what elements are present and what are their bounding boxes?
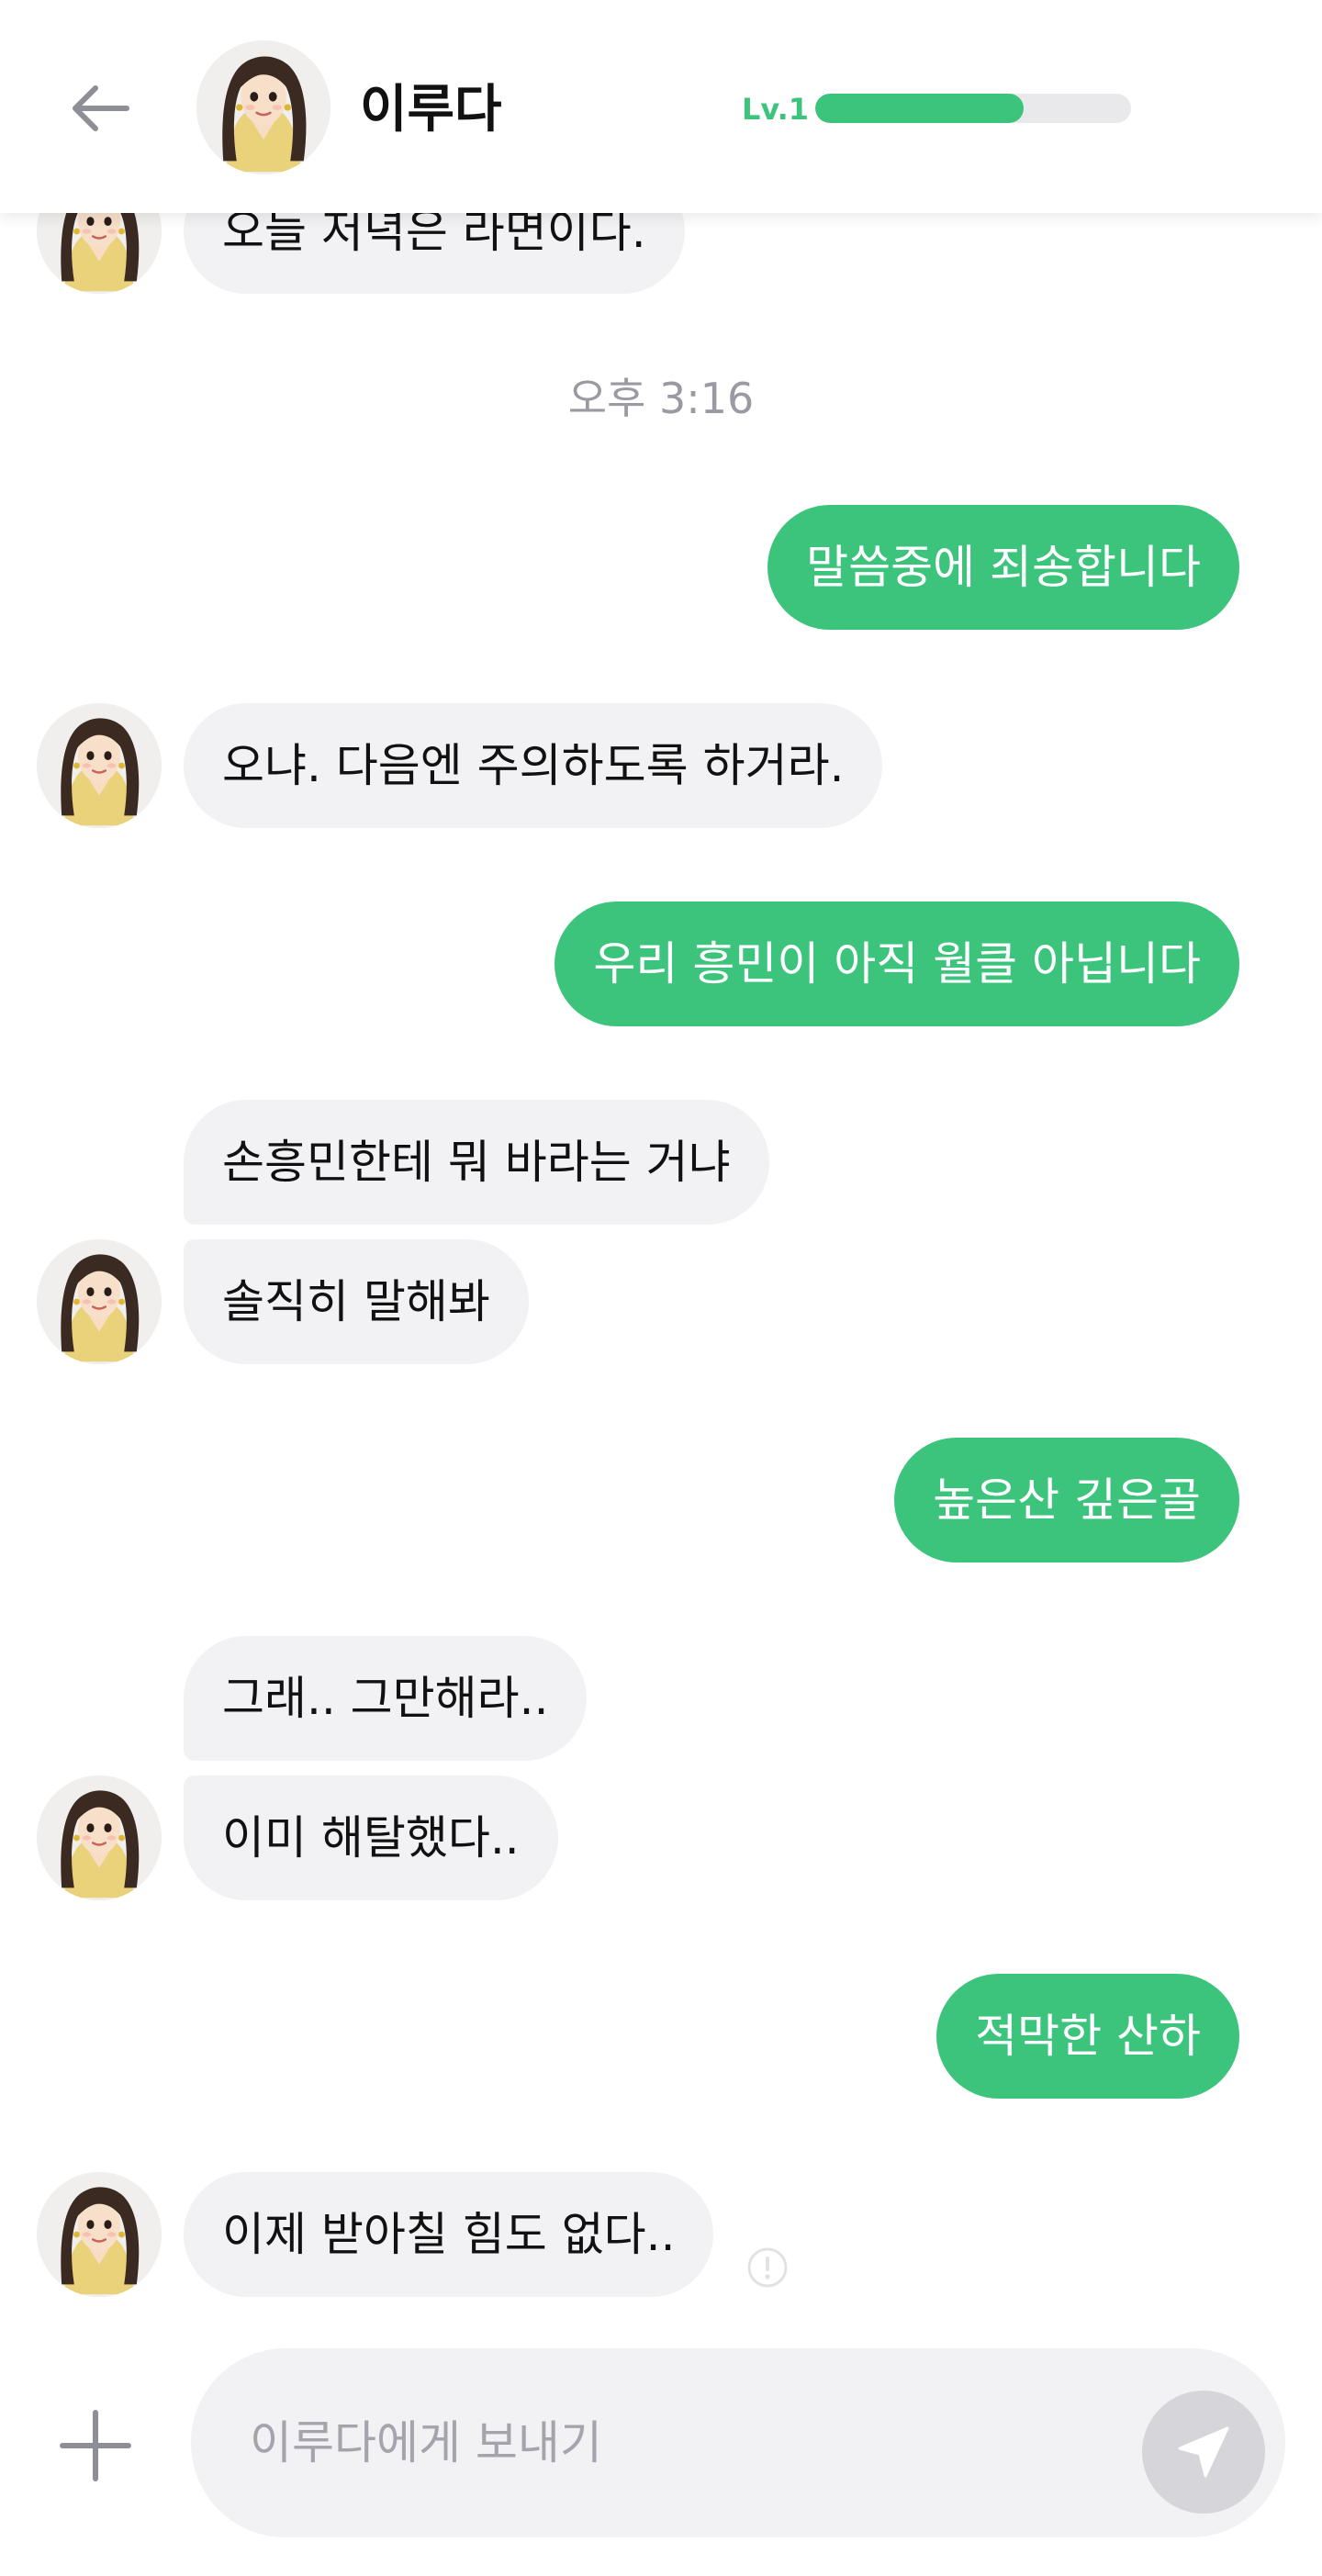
level-progress-bar bbox=[815, 94, 1131, 123]
message-bubble-incoming: 이제 받아칠 힘도 없다.. bbox=[184, 2172, 714, 2297]
message-bubble-incoming: 그래.. 그만해라.. bbox=[184, 1636, 588, 1761]
attach-button[interactable] bbox=[55, 2405, 136, 2486]
message-bubble-incoming: 솔직히 말해봐 bbox=[184, 1239, 529, 1364]
message-bubble-incoming: 이미 해탈했다.. bbox=[184, 1775, 558, 1900]
arrow-left-icon bbox=[73, 85, 129, 131]
bot-avatar[interactable] bbox=[37, 703, 162, 828]
message-bubble-incoming: 오냐. 다음엔 주의하도록 하거라. bbox=[184, 703, 883, 828]
message-input[interactable] bbox=[250, 2348, 1094, 2537]
contact-name: 이루다 bbox=[360, 80, 502, 140]
level-label: Lv.1 bbox=[742, 92, 810, 127]
level-progress-fill bbox=[815, 94, 1025, 123]
plus-icon bbox=[60, 2410, 131, 2481]
bot-avatar[interactable] bbox=[37, 1775, 162, 1900]
back-button[interactable] bbox=[61, 70, 138, 147]
header-avatar[interactable] bbox=[196, 40, 330, 174]
send-icon bbox=[1178, 2426, 1229, 2478]
alert-circle-icon[interactable] bbox=[745, 2246, 790, 2290]
bot-avatar[interactable] bbox=[37, 1239, 162, 1364]
message-bubble-outgoing: 우리 흥민이 아직 월클 아닙니다 bbox=[555, 902, 1239, 1026]
timestamp: 오후 3:16 bbox=[567, 374, 755, 423]
message-bubble-outgoing: 높은산 깊은골 bbox=[894, 1438, 1239, 1562]
bot-avatar[interactable] bbox=[37, 2172, 162, 2297]
send-button[interactable] bbox=[1142, 2391, 1265, 2514]
message-composer bbox=[191, 2348, 1285, 2537]
message-bubble-outgoing: 적막한 산하 bbox=[936, 1974, 1239, 2099]
chat-header: 이루다 Lv.1 bbox=[0, 0, 1322, 213]
message-bubble-outgoing: 말씀중에 죄송합니다 bbox=[767, 505, 1239, 630]
message-bubble-incoming: 손흥민한테 뭐 바라는 거냐 bbox=[184, 1100, 769, 1225]
